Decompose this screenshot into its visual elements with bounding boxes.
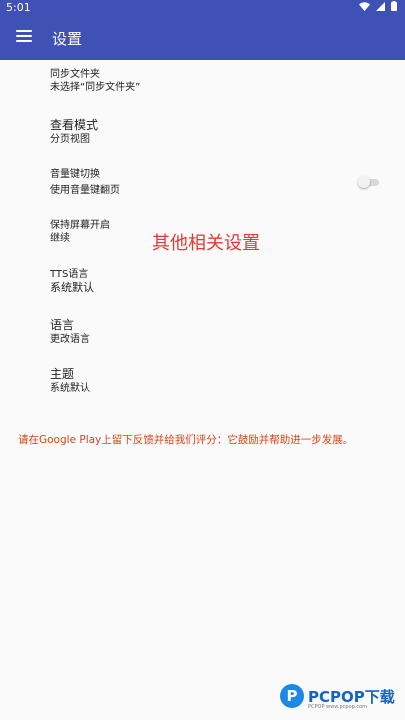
setting-sync-folder[interactable]: 同步文件夹 未选择“同步文件夹” — [50, 68, 350, 94]
status-icons — [359, 1, 397, 11]
watermark-logo: P PCPOP下载 PCPOP www.pcpop.com — [280, 684, 395, 710]
setting-title: 语言 — [50, 318, 75, 332]
logo-subtext: PCPOP www.pcpop.com — [308, 704, 368, 710]
setting-subtitle: 分页视图 — [50, 134, 90, 145]
setting-theme[interactable]: 主题 系统默认 — [50, 367, 350, 395]
feedback-text[interactable]: 请在Google Play上留下反馈并给我们评分：它鼓励并帮助进一步发展。 — [18, 432, 398, 447]
battery-icon — [391, 1, 397, 11]
setting-subtitle: 更改语言 — [50, 334, 90, 345]
setting-subtitle: 系统默认 — [50, 281, 94, 294]
setting-title: 主题 — [50, 367, 75, 381]
setting-title: 音量键切换 — [50, 169, 100, 180]
setting-subtitle: 未选择“同步文件夹” — [50, 82, 141, 93]
setting-title: 查看模式 — [50, 118, 99, 132]
page-title: 设置 — [52, 30, 83, 48]
annotation-label: 其他相关设置 — [152, 233, 260, 254]
status-bar: 5:01 — [0, 0, 405, 16]
logo-icon: P — [280, 684, 304, 708]
wifi-icon — [359, 1, 370, 11]
toggle-thumb — [358, 176, 370, 188]
setting-tts-language[interactable]: TTS语言 系统默认 — [50, 268, 350, 295]
setting-language[interactable]: 语言 更改语言 — [50, 318, 350, 346]
cellular-icon — [376, 1, 385, 11]
setting-subtitle: 使用音量键翻页 — [50, 185, 120, 196]
menu-icon[interactable] — [16, 30, 32, 42]
setting-title: 同步文件夹 — [50, 69, 100, 80]
status-time: 5:01 — [6, 1, 31, 14]
setting-volume-keys[interactable]: 音量键切换 使用音量键翻页 — [50, 168, 350, 197]
volume-keys-toggle[interactable] — [358, 176, 380, 188]
app-bar: 设置 — [0, 16, 405, 60]
setting-subtitle: 系统默认 — [50, 383, 90, 394]
setting-view-mode[interactable]: 查看模式 分页视图 — [50, 118, 350, 146]
setting-title: TTS语言 — [50, 269, 89, 280]
